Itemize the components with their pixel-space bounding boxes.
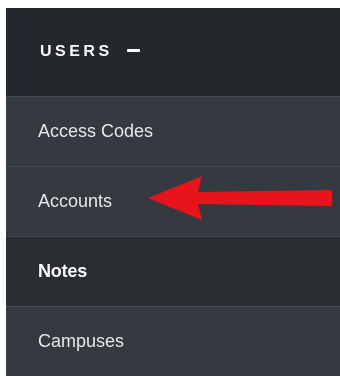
sidebar-item-campuses[interactable]: Campuses — [6, 306, 340, 376]
section-title: USERS — [40, 42, 113, 60]
sidebar-item-access-codes[interactable]: Access Codes — [6, 96, 340, 166]
sidebar-item-accounts[interactable]: Accounts — [6, 166, 340, 236]
sidebar-item-label: Access Codes — [38, 121, 154, 141]
minus-icon[interactable] — [126, 49, 140, 52]
sidebar-nav: USERS Access Codes Accounts Notes Campus… — [6, 8, 340, 376]
sidebar-item-label: Accounts — [38, 191, 113, 211]
users-section-header[interactable]: USERS — [6, 8, 340, 96]
page: USERS Access Codes Accounts Notes Campus… — [0, 0, 340, 376]
sidebar-item-label: Campuses — [38, 331, 125, 351]
sidebar-item-label: Notes — [38, 261, 88, 281]
sidebar-item-notes[interactable]: Notes — [6, 236, 340, 306]
